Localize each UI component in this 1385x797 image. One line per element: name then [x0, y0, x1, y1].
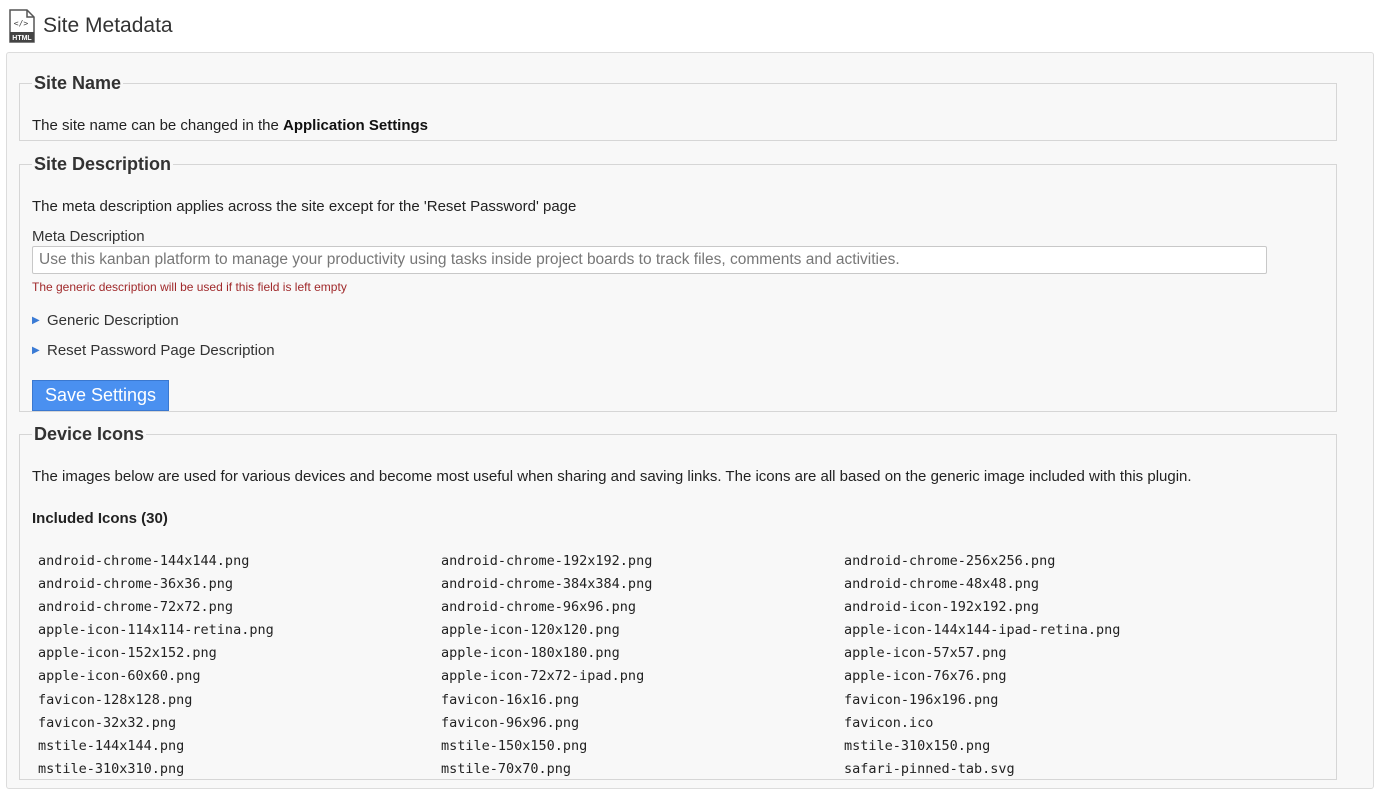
triangle-right-icon: ▶	[32, 315, 40, 326]
included-icons-heading: Included Icons (30)	[32, 510, 168, 527]
generic-description-label: Generic Description	[47, 312, 179, 329]
html-file-icon: </> HTML	[9, 9, 35, 43]
site-name-text: The site name can be changed in the Appl…	[32, 117, 428, 134]
icon-file-item: favicon-16x16.png	[441, 691, 580, 708]
device-icons-intro: The images below are used for various de…	[32, 468, 1192, 485]
icon-file-item: android-icon-192x192.png	[844, 599, 1040, 616]
device-icons-section: Device Icons The images below are used f…	[19, 424, 1337, 780]
icon-file-item: favicon-196x196.png	[844, 691, 999, 708]
icon-file-item: apple-icon-57x57.png	[844, 645, 1007, 662]
icon-file-item: apple-icon-120x120.png	[441, 622, 620, 639]
icon-file-item: mstile-150x150.png	[441, 737, 588, 754]
site-name-legend: Site Name	[34, 73, 122, 93]
meta-description-label: Meta Description	[32, 228, 145, 245]
icon-file-item: mstile-310x310.png	[38, 760, 185, 777]
site-description-section: Site Description The meta description ap…	[19, 154, 1337, 412]
icon-file-item: apple-icon-152x152.png	[38, 645, 217, 662]
icon-file-item: android-chrome-256x256.png	[844, 553, 1056, 569]
svg-text:</>: </>	[14, 19, 29, 28]
meta-description-helper: The generic description will be used if …	[32, 280, 347, 294]
site-description-legend: Site Description	[34, 154, 172, 174]
generic-description-toggle[interactable]: ▶ Generic Description	[32, 312, 179, 329]
page-title: Site Metadata	[43, 14, 173, 37]
icon-file-item: android-chrome-48x48.png	[844, 576, 1040, 593]
icon-file-item: android-chrome-36x36.png	[38, 576, 234, 593]
reset-password-description-label: Reset Password Page Description	[47, 342, 275, 359]
icon-file-item: android-chrome-384x384.png	[441, 576, 653, 593]
site-name-section: Site Name The site name can be changed i…	[19, 73, 1337, 141]
icon-file-item: apple-icon-76x76.png	[844, 668, 1007, 685]
save-settings-button[interactable]: Save Settings	[32, 380, 169, 411]
page-header: </> HTML Site Metadata	[9, 8, 173, 44]
icon-file-item: favicon-128x128.png	[38, 691, 193, 708]
icon-file-item: favicon.ico	[844, 714, 934, 731]
icon-file-item: favicon-96x96.png	[441, 714, 580, 731]
icon-file-item: mstile-70x70.png	[441, 760, 572, 777]
icon-file-item: android-chrome-192x192.png	[441, 553, 653, 569]
icon-file-item: android-chrome-72x72.png	[38, 599, 234, 616]
icon-file-item: android-chrome-96x96.png	[441, 599, 637, 616]
icon-file-item: apple-icon-60x60.png	[38, 668, 201, 685]
triangle-right-icon: ▶	[32, 345, 40, 356]
icon-file-item: favicon-32x32.png	[38, 714, 177, 731]
settings-panel: Site Name The site name can be changed i…	[6, 52, 1374, 789]
application-settings-link[interactable]: Application Settings	[283, 117, 428, 134]
icon-file-item: android-chrome-144x144.png	[38, 553, 250, 569]
device-icons-legend: Device Icons	[34, 424, 145, 444]
icon-file-item: apple-icon-180x180.png	[441, 645, 620, 662]
icon-file-item: apple-icon-144x144-ipad-retina.png	[844, 622, 1121, 639]
icon-file-list: android-chrome-144x144.png android-chrome…	[38, 550, 1268, 781]
icon-file-item: mstile-144x144.png	[38, 737, 185, 754]
icon-file-item: mstile-310x150.png	[844, 737, 991, 754]
meta-description-input[interactable]	[32, 246, 1267, 274]
reset-password-description-toggle[interactable]: ▶ Reset Password Page Description	[32, 342, 275, 359]
icon-file-item: apple-icon-72x72-ipad.png	[441, 668, 645, 685]
svg-text:HTML: HTML	[12, 35, 32, 42]
site-description-intro: The meta description applies across the …	[32, 198, 577, 215]
icon-file-item: safari-pinned-tab.svg	[844, 760, 1015, 777]
icon-file-item: apple-icon-114x114-retina.png	[38, 622, 274, 639]
site-name-prefix: The site name can be changed in the	[32, 117, 284, 134]
